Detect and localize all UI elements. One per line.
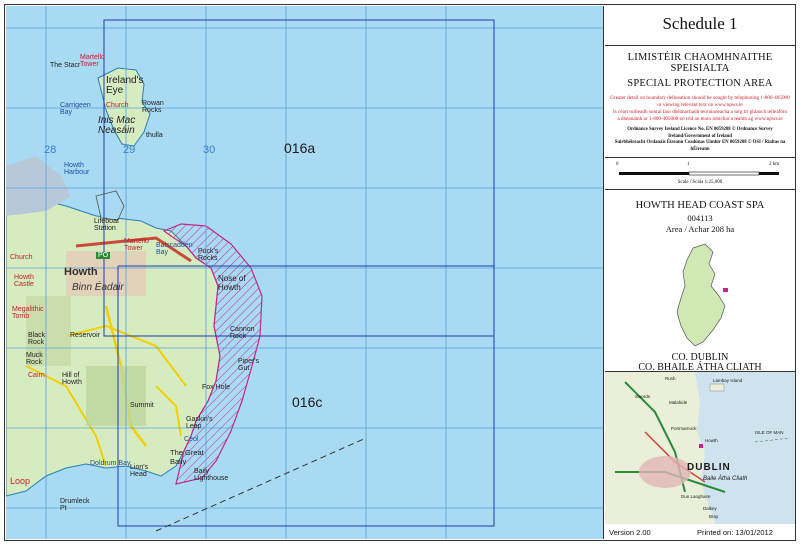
place-church: Church [106, 102, 129, 109]
boundary-note-2: or viewing relevant text on www.npws.ie [657, 102, 743, 108]
legend-panel: Schedule 1 LIMISTÉIR CHAOMHNAITHE SPEISI… [605, 6, 795, 539]
grid-number-28: 28 [44, 144, 57, 156]
region-inset-map[interactable]: DUBLIN Baile Átha Cliath Lambay Island I… [605, 372, 795, 524]
inset-label-baile-atha-cliath: Baile Átha Cliath [703, 476, 748, 482]
inset-label-rush: Rush [665, 376, 676, 381]
scale-label: Scale / Scála 1:25,000 [677, 180, 723, 185]
inset-label-dalkey: Dalkey [703, 506, 717, 511]
place-nose-of-howth: Nose of Howth [218, 274, 246, 292]
scale-bar [619, 171, 779, 176]
place-church-west: Church [10, 254, 33, 261]
inset-label-lambay: Lambay Island [713, 378, 743, 383]
site-block: HOWTH HEAD COAST SPA 004113 Area / Achar… [605, 190, 795, 373]
place-baily-lighthouse: Baily Lighthouse [194, 468, 229, 482]
place-irelands-eye: Ireland's Eye [106, 75, 144, 96]
place-pipers-gut: Piper's Gut [238, 358, 260, 372]
boundary-note-3: Is ceart tuilleadh sonraí faoi dhéanacha… [612, 109, 788, 115]
scale-tick-2: 2 km [769, 162, 780, 167]
map-view[interactable]: 28 29 30 016a 016c The Stacr Martello To… [6, 6, 604, 539]
place-megalithic-tomb: Megalithic Tomb [12, 306, 44, 320]
place-summit: Summit [130, 402, 154, 409]
irish-title-line-2: SPEISIALTA [670, 63, 730, 74]
designation-block: LIMISTÉIR CHAOMHNAITHE SPEISIALTA SPECIA… [605, 46, 795, 158]
place-carrigeen-bay: Carrigeen Bay [60, 102, 91, 116]
place-drumleck-point: Drumleck Pt [60, 498, 90, 512]
place-muck-rock: Muck Rock [26, 352, 43, 366]
version-label: Version 2.00 [609, 528, 651, 537]
place-howth-harbour: Howth Harbour [64, 162, 90, 176]
place-balscadden-bay: Balscadden Bay [156, 242, 193, 256]
post-office-marker: PO [96, 252, 111, 259]
spa-name: HOWTH HEAD COAST SPA [635, 200, 765, 211]
place-reservoir: Reservoir [70, 332, 100, 339]
sheet-label-016c: 016c [292, 394, 323, 410]
boundary-note-1: Greater detail on boundary delineation s… [610, 95, 790, 101]
schedule-header: Schedule 1 [605, 6, 795, 46]
place-lions-head: Lion's Head [130, 464, 149, 478]
place-inis-mac-neasain: Inis Mac Neasáin [98, 115, 136, 136]
place-ceol: Ceol [184, 436, 199, 443]
place-loop: Loop [10, 476, 31, 486]
place-gaskins-leap: Gaskin's Leap [186, 416, 213, 430]
place-martello-tower-north: Martello Tower [80, 54, 105, 68]
place-hill-of-howth: Hill of Howth [62, 372, 82, 386]
inset-label-malahide: Malahide [669, 400, 688, 405]
place-howth: Howth [64, 266, 98, 278]
inset-label-portmarnock: Portmarnock [671, 426, 697, 431]
boundary-note-4: a dhéanamh ar 1-800-405000 nó tríd an té… [617, 116, 783, 122]
place-binn-eadair: Binn Éadair [72, 282, 124, 293]
place-the-stacr: The Stacr [50, 62, 81, 69]
inset-label-howth: Howth [705, 438, 718, 443]
inset-label-swords: Swords [635, 394, 651, 399]
place-rowan-rocks: Rowan Rocks [142, 100, 164, 114]
place-black-rock: Black Rock [28, 332, 46, 346]
spa-area: Area / Achar 208 ha [665, 224, 735, 234]
irish-title-line-1: LIMISTÉIR CHAOMHNAITHE [627, 52, 773, 63]
place-the-great-baily: The Great Baily [170, 448, 204, 466]
place-cannon-rock: Cannon Rock [230, 326, 255, 340]
scale-tick-1: 1 [687, 162, 690, 167]
region-inset-canvas [605, 372, 791, 524]
place-cairn: Cairn [28, 372, 45, 379]
place-fox-hole: Fox Hole [202, 384, 231, 391]
place-howth-castle: Howth Castle [14, 274, 34, 288]
inset-label-dun-laoghaire: Dun Laoghaire [681, 494, 711, 499]
inset-label-bray: Bray [709, 514, 719, 519]
county-locator-map [676, 243, 728, 347]
place-thulla: thulla [146, 132, 163, 139]
licence-english: Ordnance Survey Ireland Licence No. EN 0… [627, 127, 773, 139]
scale-tick-0: 0 [616, 162, 619, 167]
place-doldrum-bay: Doldrum Bay [90, 460, 131, 467]
inset-label-isle-of-man: ISLE OF MAN [755, 430, 784, 435]
place-pucks-rocks: Puck's Rocks [198, 248, 219, 262]
schedule-title: Schedule 1 [662, 14, 738, 33]
licence-irish: Suirbhéireacht Ordanáis Éireann Ceadúnas… [614, 140, 786, 152]
english-title: SPECIAL PROTECTION AREA [627, 78, 773, 89]
spa-code: 004113 [687, 213, 713, 223]
inset-label-dublin: DUBLIN [687, 462, 731, 473]
scale-block: 0 1 2 km Scale / Scála 1:25,000 [605, 158, 795, 190]
place-lifeboat-station: Lifeboat Station [94, 218, 119, 232]
sheet-label-016a: 016a [284, 140, 316, 156]
grid-number-30: 30 [203, 144, 216, 156]
place-martello-tower: Martello Tower [124, 238, 149, 252]
grid-number-29: 29 [123, 144, 136, 156]
printed-date: Printed on: 13/01/2012 [697, 528, 773, 537]
